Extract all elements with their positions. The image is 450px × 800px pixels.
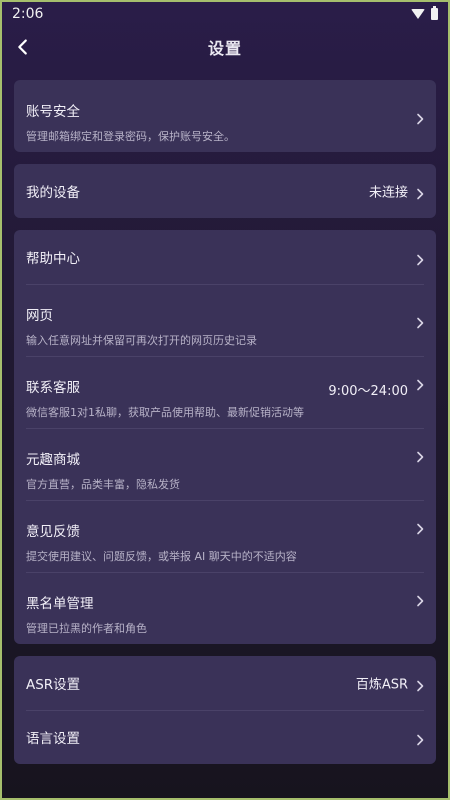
header: 设置 <box>2 26 448 68</box>
row-subtitle: 官方直营，品类丰富，隐私发货 <box>26 478 180 491</box>
chevron-right-icon <box>414 448 426 463</box>
battery-icon <box>431 6 438 20</box>
row-help-center[interactable]: 帮助中心 <box>14 230 436 284</box>
chevron-right-icon <box>414 314 426 329</box>
account-card: 账号安全 管理邮箱绑定和登录密码，保护账号安全。 <box>14 80 436 152</box>
chevron-right-icon <box>414 376 426 391</box>
row-subtitle: 提交使用建议、问题反馈，或举报 AI 聊天中的不适内容 <box>26 550 297 563</box>
status-time: 2:06 <box>12 6 44 22</box>
row-subtitle: 管理已拉黑的作者和角色 <box>26 622 147 635</box>
row-title: 元趣商城 <box>26 452 80 468</box>
page-title: 设置 <box>207 39 242 58</box>
row-feedback[interactable]: 意见反馈 提交使用建议、问题反馈，或举报 AI 聊天中的不适内容 <box>14 500 436 572</box>
device-card: 我的设备 未连接 <box>14 164 436 218</box>
chevron-right-icon <box>414 185 426 200</box>
row-subtitle: 微信客服1对1私聊，获取产品使用帮助、最新促销活动等 <box>26 406 304 419</box>
row-language-settings[interactable]: 语言设置 <box>14 710 436 764</box>
row-title: 网页 <box>26 308 53 324</box>
row-shop[interactable]: 元趣商城 官方直营，品类丰富，隐私发货 <box>14 428 436 500</box>
chevron-right-icon <box>414 731 426 746</box>
row-account-security[interactable]: 账号安全 管理邮箱绑定和登录密码，保护账号安全。 <box>14 80 436 152</box>
row-title: 语言设置 <box>26 731 80 747</box>
row-my-device[interactable]: 我的设备 未连接 <box>14 164 436 218</box>
chevron-right-icon <box>414 677 426 692</box>
chevron-right-icon <box>414 251 426 266</box>
settings-card: ASR设置 百炼ASR 语言设置 <box>14 656 436 764</box>
chevron-right-icon <box>414 520 426 535</box>
row-subtitle: 输入任意网址并保留可再次打开的网页历史记录 <box>26 334 257 347</box>
device-status: 未连接 <box>368 185 408 201</box>
back-arrow-icon[interactable] <box>12 36 34 58</box>
screen: 2:06 设置 账号安全 管理邮箱绑定和登录密码，保护账号安全。 我的设备 未连… <box>0 0 450 800</box>
status-bar: 2:06 <box>2 2 448 26</box>
wifi-icon <box>411 9 425 19</box>
row-webpage[interactable]: 网页 输入任意网址并保留可再次打开的网页历史记录 <box>14 284 436 356</box>
status-icons <box>411 6 438 20</box>
row-title: ASR设置 <box>26 677 81 693</box>
help-card: 帮助中心 网页 输入任意网址并保留可再次打开的网页历史记录 联系客服 微信客服1… <box>14 230 436 644</box>
row-subtitle: 管理邮箱绑定和登录密码，保护账号安全。 <box>26 130 235 143</box>
row-title: 意见反馈 <box>26 524 80 540</box>
asr-value: 百炼ASR <box>355 677 408 693</box>
service-hours: 9:00～24:00 <box>328 384 408 399</box>
row-customer-service[interactable]: 联系客服 微信客服1对1私聊，获取产品使用帮助、最新促销活动等 9:00～24:… <box>14 356 436 428</box>
row-title: 帮助中心 <box>26 251 80 267</box>
row-title: 黑名单管理 <box>26 596 94 612</box>
row-blacklist[interactable]: 黑名单管理 管理已拉黑的作者和角色 <box>14 572 436 644</box>
row-title: 我的设备 <box>26 185 80 201</box>
row-title: 账号安全 <box>26 104 80 120</box>
row-asr-settings[interactable]: ASR设置 百炼ASR <box>14 656 436 710</box>
chevron-right-icon <box>414 110 426 125</box>
chevron-right-icon <box>414 592 426 607</box>
